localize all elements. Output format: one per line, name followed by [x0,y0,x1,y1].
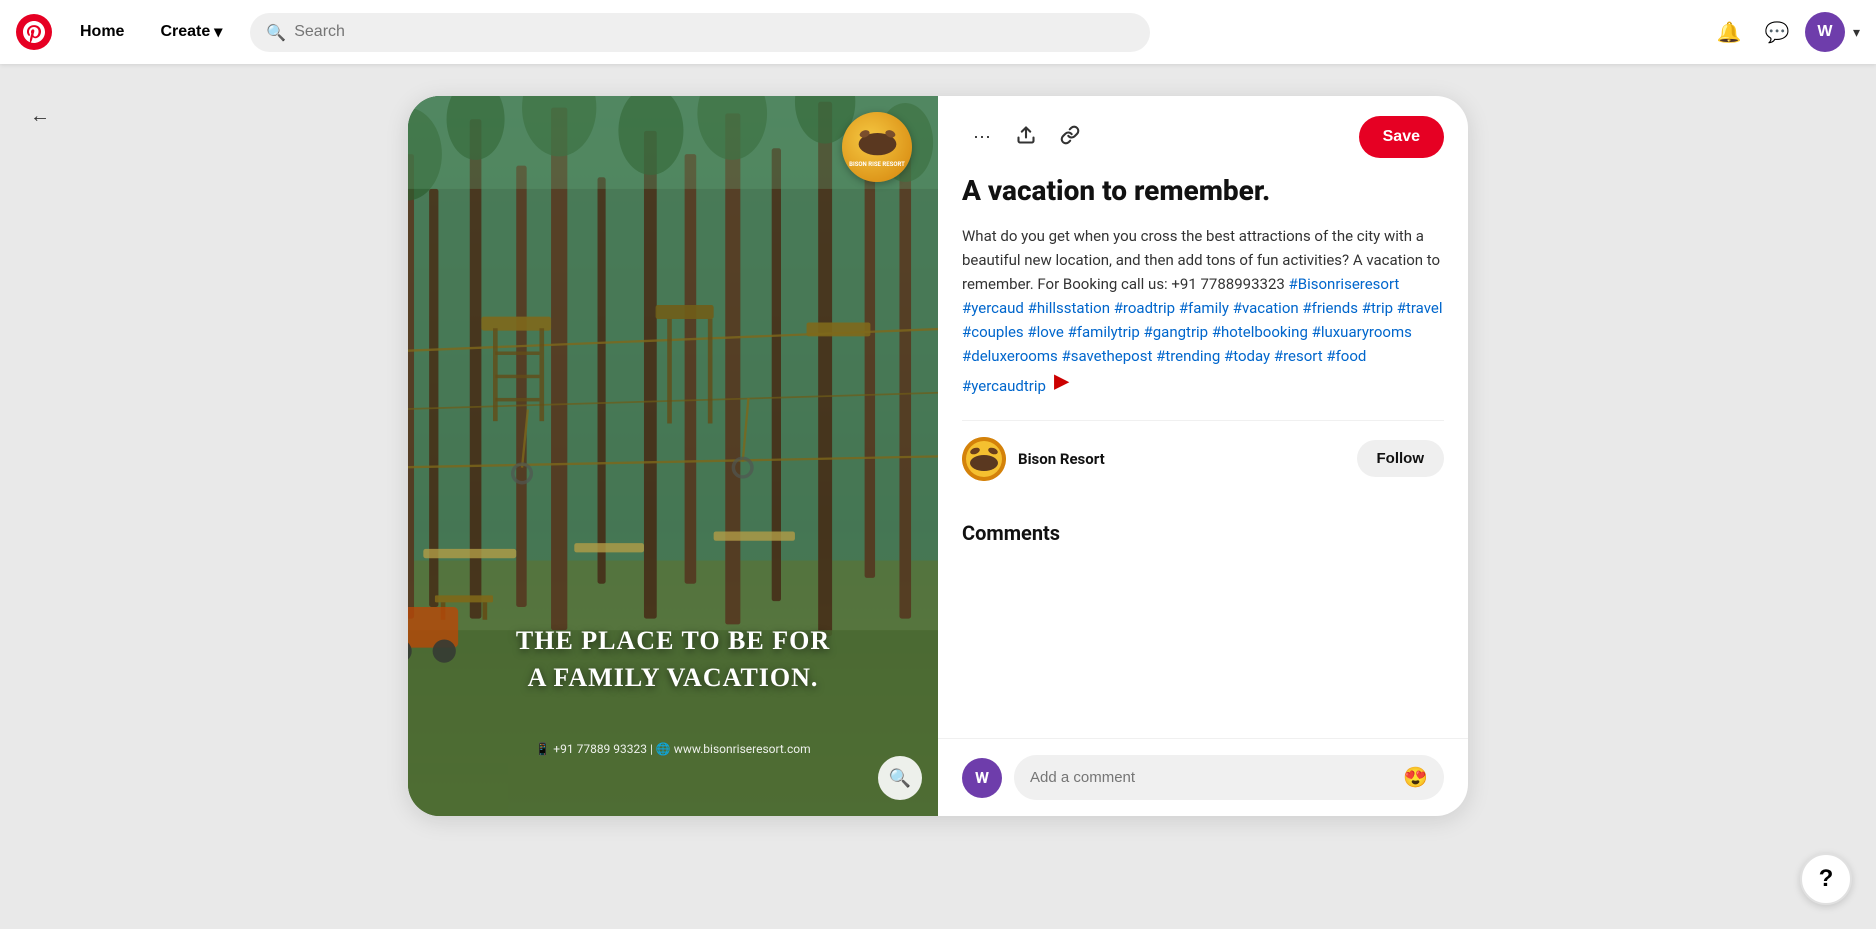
pin-detail-header: ⋯ [938,96,1468,174]
pinterest-logo[interactable] [16,14,52,50]
share-button[interactable] [1006,117,1046,157]
bell-icon: 🔔 [1717,20,1742,45]
pin-description: What do you get when you cross the best … [962,224,1444,400]
notifications-button[interactable]: 🔔 [1709,12,1749,52]
pin-image-side: BISON RISE RESORT THE PLACE TO BE FOR A … [408,96,938,816]
pin-image-canvas: BISON RISE RESORT THE PLACE TO BE FOR A … [408,96,938,816]
contact-bar: 📱 +91 77889 93323 | 🌐 www.bisonriseresor… [408,742,938,756]
logo-circle: BISON RISE RESORT [842,112,912,182]
logo-text: BISON RISE RESORT [849,161,905,168]
user-menu-chevron[interactable]: ▾ [1853,24,1860,41]
red-arrow-annotation: ◀ [1054,368,1069,400]
search-input[interactable] [294,23,1134,41]
visual-search-button[interactable]: 🔍 [878,756,922,800]
copy-link-button[interactable] [1050,117,1090,157]
save-button[interactable]: Save [1359,116,1444,158]
create-dropdown-icon: ▾ [214,22,222,42]
comment-input[interactable] [1030,769,1395,786]
link-icon [1060,125,1080,150]
nav-links: Home Create ▾ [64,14,238,50]
pin-detail-scroll[interactable]: A vacation to remember. What do you get … [938,174,1468,738]
back-button[interactable]: ← [20,96,60,136]
follow-button[interactable]: Follow [1357,440,1445,477]
pin-title: A vacation to remember. [962,174,1444,208]
home-nav-button[interactable]: Home [64,15,140,49]
comments-section: Comments [962,513,1444,545]
more-icon: ⋯ [973,127,991,148]
pin-detail-side: ⋯ [938,96,1468,816]
action-icons: ⋯ [962,117,1347,157]
lens-icon: 🔍 [889,768,911,789]
pin-overlay-text: THE PLACE TO BE FOR A FAMILY VACATION. [408,623,938,696]
pin-card: BISON RISE RESORT THE PLACE TO BE FOR A … [408,96,1468,816]
user-avatar-button[interactable]: W [1805,12,1845,52]
comments-title: Comments [962,521,1444,545]
share-icon [1016,125,1036,150]
pin-author: Bison Resort Follow [962,420,1444,497]
help-button[interactable]: ? [1800,853,1852,905]
scene-svg [408,96,938,816]
more-options-button[interactable]: ⋯ [962,117,1002,157]
pin-logo: BISON RISE RESORT [842,112,922,192]
create-nav-button[interactable]: Create ▾ [144,14,238,50]
comment-user-avatar: W [962,758,1002,798]
search-bar[interactable]: 🔍 [250,13,1150,52]
header: Home Create ▾ 🔍 🔔 💬 W ▾ [0,0,1876,64]
comment-input-wrap[interactable]: 😍 [1014,755,1444,800]
main-content: BISON RISE RESORT THE PLACE TO BE FOR A … [0,64,1876,929]
comment-input-row: W 😍 [938,738,1468,816]
header-actions: 🔔 💬 W ▾ [1709,12,1860,52]
chat-icon: 💬 [1765,20,1790,45]
author-avatar [962,437,1006,481]
emoji-button[interactable]: 😍 [1403,765,1428,790]
search-icon: 🔍 [266,23,286,42]
author-name: Bison Resort [1018,450,1345,468]
messages-button[interactable]: 💬 [1757,12,1797,52]
